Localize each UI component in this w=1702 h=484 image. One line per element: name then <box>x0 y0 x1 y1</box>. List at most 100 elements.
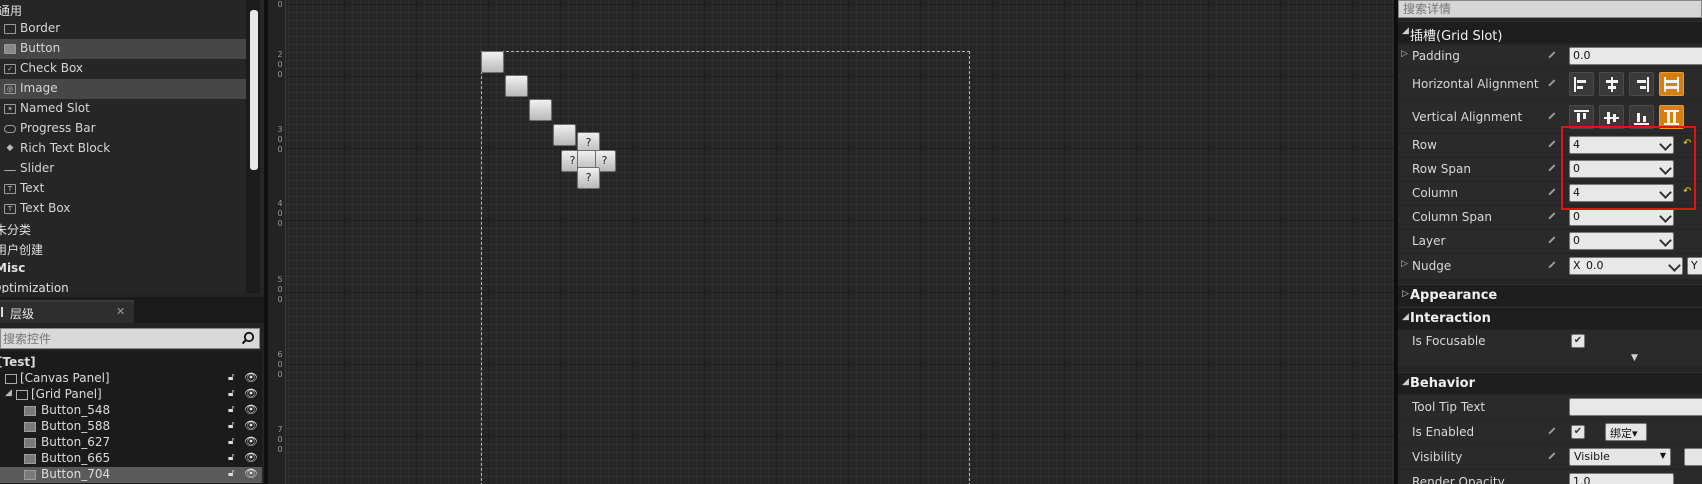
pin-icon[interactable] <box>1548 261 1560 273</box>
palette-category-misc[interactable]: Misc <box>0 259 246 279</box>
expand-arrow-icon[interactable]: ▷ <box>1401 49 1408 59</box>
eye-icon[interactable]: 👁︎ <box>244 387 258 400</box>
palette-item-rich-text[interactable]: ◆ Rich Text Block <box>0 139 246 159</box>
close-icon[interactable]: ✕ <box>116 305 125 318</box>
is-focusable-checkbox[interactable]: ✔ <box>1571 334 1585 348</box>
section-behavior[interactable]: ◢ Behavior <box>1398 372 1702 394</box>
visibility-bind-dropdown[interactable] <box>1684 448 1702 466</box>
canvas-button-widget[interactable] <box>529 99 552 121</box>
palette-item-text[interactable]: T Text <box>0 179 246 199</box>
pin-icon[interactable] <box>1548 51 1560 63</box>
palette-item-named-slot[interactable]: ✶ Named Slot <box>0 99 246 119</box>
palette-item-button[interactable]: Button <box>0 39 246 59</box>
ruler-tick-label: 0 <box>277 209 283 218</box>
visibility-dropdown[interactable]: Visible ▼ <box>1569 448 1671 466</box>
tree-row-button-selected[interactable]: Button_704 🔓︎ 👁︎ <box>0 467 262 483</box>
bind-dropdown[interactable]: 绑定▾ <box>1605 423 1647 441</box>
section-interaction[interactable]: ◢ Interaction <box>1398 307 1702 329</box>
pin-icon[interactable] <box>1548 212 1560 224</box>
lock-icon[interactable]: 🔓︎ <box>228 468 234 479</box>
tab-hierarchy[interactable]: 层级 ✕ <box>0 300 134 323</box>
lock-icon[interactable]: 🔓︎ <box>228 404 234 415</box>
align-right-button[interactable] <box>1629 72 1654 96</box>
canvas-button-widget[interactable] <box>553 124 576 146</box>
layer-field[interactable]: 0 <box>1569 232 1674 250</box>
tree-row-button[interactable]: Button_588 🔓︎ 👁︎ <box>0 419 262 435</box>
column-span-field[interactable]: 0 <box>1569 208 1674 226</box>
lock-icon[interactable]: 🔓︎ <box>228 452 234 463</box>
canvas-button-widget[interactable] <box>481 51 504 73</box>
advanced-expander[interactable]: ▼ <box>1398 353 1702 366</box>
align-left-button[interactable] <box>1569 72 1594 96</box>
eye-icon[interactable]: 👁︎ <box>244 451 258 464</box>
field-value: 0 <box>1573 234 1580 247</box>
tooltip-text-field[interactable] <box>1569 398 1702 416</box>
field-value: 0.0 <box>1573 49 1591 62</box>
palette-item-checkbox[interactable]: ✓ Check Box <box>0 59 246 79</box>
details-search-box <box>1398 0 1702 18</box>
hierarchy-search-input[interactable] <box>3 330 233 347</box>
tree-row-canvas-panel[interactable]: [Canvas Panel] 🔓︎ 👁︎ <box>0 371 262 387</box>
padding-field[interactable]: 0.0 <box>1569 47 1702 65</box>
tree-row-button[interactable]: Button_665 🔓︎ 👁︎ <box>0 451 262 467</box>
lock-icon[interactable]: 🔓︎ <box>228 372 234 383</box>
canvas-button-unknown[interactable]: ? <box>577 167 600 189</box>
eye-icon[interactable]: 👁︎ <box>244 371 258 384</box>
canvas-button-widget[interactable] <box>505 75 528 97</box>
expand-arrow-icon[interactable]: ▷ <box>1401 259 1408 269</box>
property-is-focusable: Is Focusable ✔ <box>1398 330 1702 354</box>
search-icon[interactable] <box>241 331 255 345</box>
lock-icon[interactable]: 🔓︎ <box>228 388 234 399</box>
pin-icon[interactable] <box>1548 79 1560 91</box>
pin-icon[interactable] <box>1548 140 1560 152</box>
lock-icon[interactable]: 🔓︎ <box>228 420 234 431</box>
pin-icon[interactable] <box>1548 427 1560 439</box>
hierarchy-tree: [Test] [Canvas Panel] 🔓︎ 👁︎ ◢ [Grid Pane… <box>0 351 262 484</box>
lock-icon[interactable]: 🔓︎ <box>228 436 234 447</box>
section-grid-slot[interactable]: ◢ 插槽(Grid Slot) <box>1398 21 1702 44</box>
tree-row-label: Button_588 <box>41 419 111 433</box>
palette-item-textbox[interactable]: T Text Box <box>0 199 246 219</box>
property-label: Padding <box>1412 49 1460 63</box>
nudge-x-field[interactable]: X 0.0 <box>1569 257 1683 275</box>
palette-category-optimization[interactable]: Optimization <box>0 279 246 293</box>
details-search-input[interactable] <box>1403 1 1693 17</box>
nudge-y-field[interactable]: Y <box>1687 257 1702 275</box>
palette-category-common[interactable]: 通用 <box>0 0 246 20</box>
grid-panel-outline[interactable] <box>481 51 970 484</box>
palette-scrollbar-thumb[interactable] <box>250 10 258 170</box>
tree-row-label: Button_704 <box>41 467 111 481</box>
expanded-arrow-icon: ◢ <box>1402 312 1409 322</box>
section-appearance[interactable]: ▷ Appearance <box>1398 284 1702 306</box>
align-center-button[interactable] <box>1599 72 1624 96</box>
pin-icon[interactable] <box>1548 236 1560 248</box>
palette-category-user-created[interactable]: 用户创建 <box>0 239 246 259</box>
palette-item-image[interactable]: ◎ Image <box>0 79 246 99</box>
property-label: Is Focusable <box>1412 334 1486 348</box>
align-fill-button[interactable] <box>1659 72 1684 96</box>
pin-icon[interactable] <box>1548 112 1560 124</box>
tree-row-grid-panel[interactable]: ◢ [Grid Panel] 🔓︎ 👁︎ <box>0 387 262 403</box>
is-enabled-checkbox[interactable]: ✔ <box>1571 425 1585 439</box>
palette-category-uncategorized[interactable]: 未分类 <box>0 219 246 239</box>
ruler-tick-label: 0 <box>277 370 283 379</box>
pin-icon[interactable] <box>1548 164 1560 176</box>
collapse-arrow-icon[interactable]: ◢ <box>5 388 12 398</box>
palette-item-progress-bar[interactable]: Progress Bar <box>0 119 246 139</box>
category-label: Misc <box>0 261 26 275</box>
palette-item-border[interactable]: Border <box>0 19 246 39</box>
pin-icon[interactable] <box>1548 188 1560 200</box>
pin-icon[interactable] <box>1548 452 1560 464</box>
tab-label: 层级 <box>10 307 35 321</box>
property-label: Column <box>1412 186 1458 200</box>
tree-row-button[interactable]: Button_548 🔓︎ 👁︎ <box>0 403 262 419</box>
eye-icon[interactable]: 👁︎ <box>244 403 258 416</box>
eye-icon[interactable]: 👁︎ <box>244 435 258 448</box>
eye-icon[interactable]: 👁︎ <box>244 467 258 480</box>
tree-row-root[interactable]: [Test] <box>0 355 262 371</box>
tree-row-button[interactable]: Button_627 🔓︎ 👁︎ <box>0 435 262 451</box>
palette-item-label: Progress Bar <box>20 121 96 135</box>
palette-item-slider[interactable]: Slider <box>0 159 246 179</box>
eye-icon[interactable]: 👁︎ <box>244 419 258 432</box>
render-opacity-field[interactable]: 1.0 <box>1569 473 1674 484</box>
